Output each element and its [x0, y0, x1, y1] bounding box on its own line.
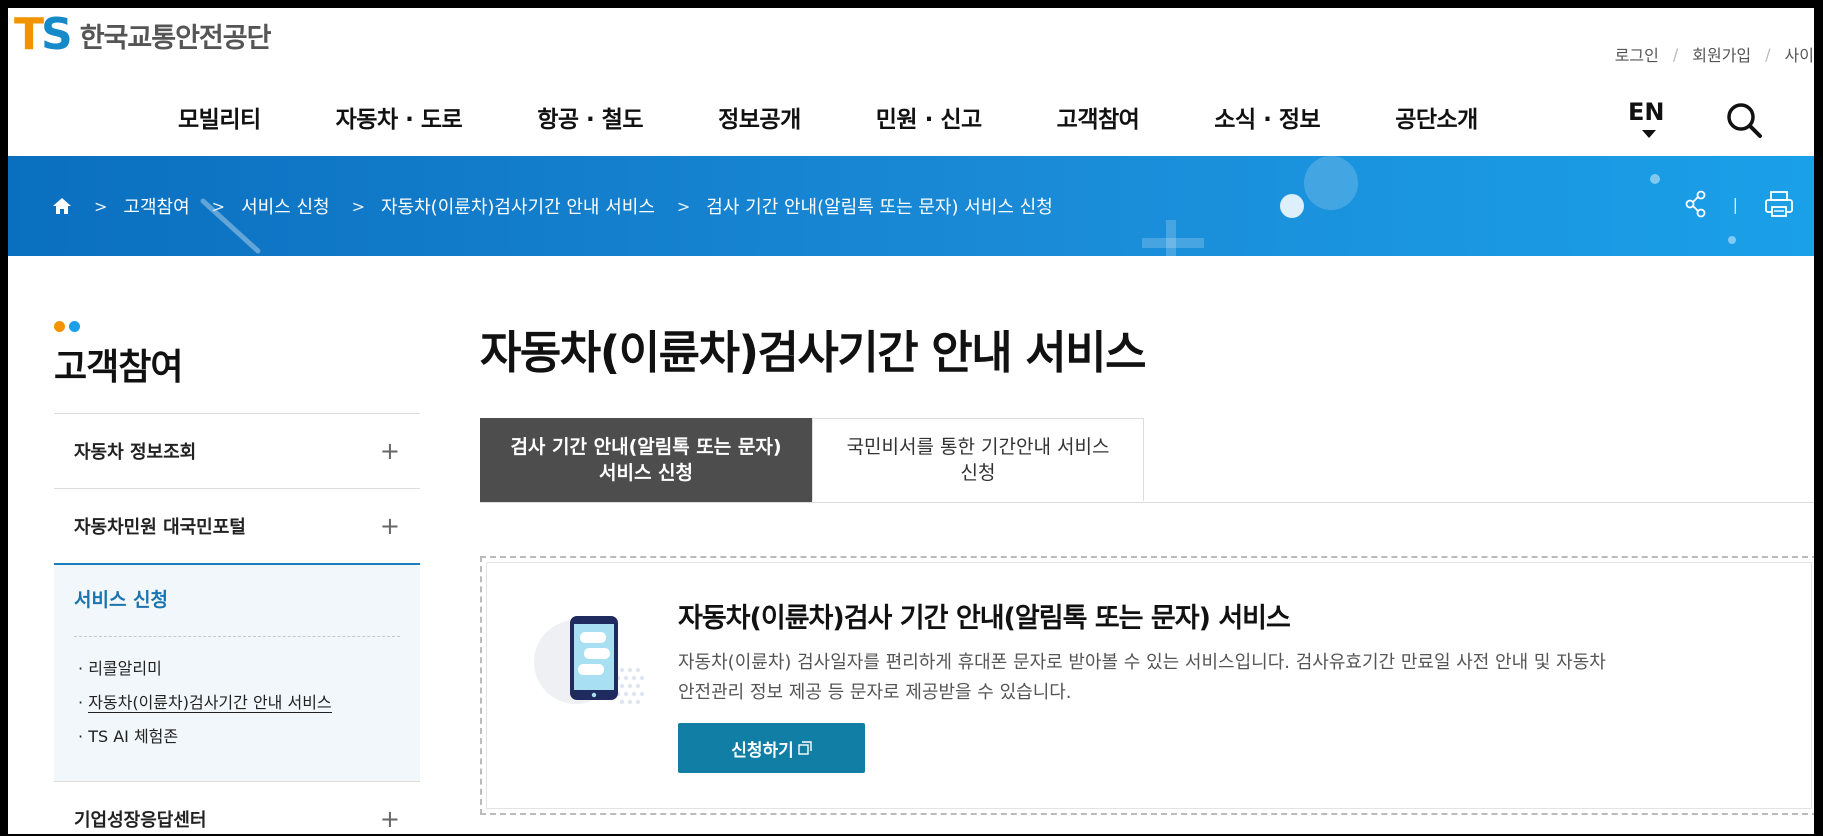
decor-circle [1650, 174, 1660, 184]
gnb-about[interactable]: 공단소개 [1395, 100, 1478, 134]
tab-label-line: 국민비서를 통한 기간안내 서비스 [846, 436, 1110, 458]
decor-circle [1280, 194, 1304, 218]
breadcrumb: > 고객참여 > 서비스 신청 > 자동차(이륜차)검사기간 안내 서비스 > … [52, 156, 1053, 256]
page-tools: | [1685, 190, 1794, 218]
util-separator: / [1765, 44, 1771, 64]
sidebar-item-label: 자동차민원 대국민포털 [74, 517, 246, 538]
language-toggle[interactable]: EN [1628, 98, 1665, 138]
sidebar-nav: 자동차 정보조회 + 자동차민원 대국민포털 + 서비스 신청 · 리콜알리미 … [54, 413, 420, 834]
page-title: 자동차(이륜차)검사기간 안내 서비스 [480, 326, 1146, 379]
service-desc-line: 자동차(이륜차) 검사일자를 편리하게 휴대폰 문자로 받아볼 수 있는 서비스… [678, 652, 1606, 673]
sidebar-sub-label: TS AI 체험존 [88, 727, 179, 746]
gnb-air-rail[interactable]: 항공 · 철도 [537, 100, 643, 134]
plus-icon[interactable]: + [380, 512, 400, 540]
service-title: 자동차(이륜차)검사 기간 안내(알림톡 또는 문자) 서비스 [678, 603, 1291, 634]
login-link[interactable]: 로그인 [1615, 42, 1659, 66]
content-tabs: 검사 기간 안내(알림톡 또는 문자) 서비스 신청 국민비서를 통한 기간안내… [480, 418, 1814, 503]
gnb-info-disclosure[interactable]: 정보공개 [718, 100, 801, 134]
caret-down-icon [1642, 130, 1656, 138]
apply-button[interactable]: 신청하기 [678, 723, 865, 773]
dot-orange [54, 321, 65, 332]
chevron-right-icon: > [211, 196, 226, 216]
service-box: 자동차(이륜차)검사 기간 안내(알림톡 또는 문자) 서비스 자동차(이륜차)… [480, 556, 1814, 815]
sidebar-item-car-info[interactable]: 자동차 정보조회 + [54, 413, 420, 488]
apply-button-label: 신청하기 [731, 740, 794, 761]
sidebar-item-label: 기업성장응답센터 [74, 810, 207, 831]
tab-national-secretary[interactable]: 국민비서를 통한 기간안내 서비스 신청 [812, 418, 1144, 501]
gnb-mobility[interactable]: 모빌리티 [178, 100, 261, 134]
sidebar-item-car-portal[interactable]: 자동차민원 대국민포털 + [54, 488, 420, 563]
utility-links: 로그인 / 회원가입 / 사이 [1615, 42, 1814, 66]
signup-link[interactable]: 회원가입 [1692, 42, 1751, 66]
browser-viewport: TS 한국교통안전공단 로그인 / 회원가입 / 사이 모빌리티 자동차 · 도… [8, 8, 1814, 834]
decor-plus [1142, 220, 1204, 256]
chevron-right-icon: > [676, 196, 691, 216]
external-link-icon [798, 741, 812, 755]
bullet: · [78, 659, 84, 678]
chevron-right-icon: > [94, 196, 108, 216]
gnb-car-road[interactable]: 자동차 · 도로 [336, 100, 463, 134]
sidebar-active-label[interactable]: 서비스 신청 [74, 585, 400, 612]
plus-icon[interactable]: + [380, 805, 400, 833]
sidebar-sub-label: 자동차(이륜차)검사기간 안내 서비스 [88, 693, 332, 713]
tab-label-line: 서비스 신청 [598, 462, 693, 484]
logo-letter-s: S [41, 9, 73, 60]
gnb-customer[interactable]: 고객참여 [1057, 100, 1140, 134]
global-nav: 모빌리티 자동차 · 도로 항공 · 철도 정보공개 민원 · 신고 고객참여 … [178, 100, 1553, 134]
decor-circle [1728, 236, 1736, 244]
gnb-news[interactable]: 소식 · 정보 [1214, 100, 1320, 134]
site-logo[interactable]: TS 한국교통안전공단 [14, 9, 272, 60]
search-icon[interactable] [1724, 100, 1764, 140]
sidebar-sub-recall[interactable]: · 리콜알리미 [74, 655, 400, 679]
tab-alimtalk-apply[interactable]: 검사 기간 안내(알림톡 또는 문자) 서비스 신청 [480, 418, 812, 502]
title-dots [54, 321, 84, 332]
share-icon[interactable] [1685, 190, 1707, 218]
sidebar-title: 고객참여 [54, 347, 183, 388]
sidebar-item-service-apply: 서비스 신청 · 리콜알리미 · 자동차(이륜차)검사기간 안내 서비스 · T… [54, 563, 420, 781]
decor-circle [1304, 156, 1358, 210]
bullet: · [78, 727, 84, 746]
dot-blue [69, 321, 80, 332]
phone-chat-icon [534, 616, 645, 705]
util-separator: / [1672, 44, 1679, 64]
sidebar-sub-ai-zone[interactable]: · TS AI 체험존 [74, 723, 400, 747]
service-desc-line: 안전관리 정보 제공 등 문자로 제공받을 수 있습니다. [678, 682, 1072, 703]
logo-mark: TS [14, 9, 73, 60]
chevron-right-icon: > [351, 196, 365, 216]
logo-letter-t: T [14, 9, 44, 60]
gnb-petition[interactable]: 민원 · 신고 [876, 100, 982, 134]
sidebar-item-growth-center[interactable]: 기업성장응답센터 + [54, 781, 420, 834]
org-name: 한국교통안전공단 [79, 22, 272, 54]
breadcrumb-current[interactable]: 검사 기간 안내(알림톡 또는 문자) 서비스 신청 [706, 193, 1052, 219]
bullet: · [78, 693, 84, 712]
print-icon[interactable] [1764, 190, 1794, 218]
breadcrumb-item[interactable]: 고객참여 [123, 193, 189, 219]
tab-label-line: 신청 [960, 462, 996, 484]
plus-icon[interactable]: + [380, 437, 400, 465]
sidebar-sub-label: 리콜알리미 [88, 659, 162, 678]
tab-label-line: 검사 기간 안내(알림톡 또는 문자) [510, 436, 782, 458]
sitemap-link[interactable]: 사이 [1785, 42, 1814, 66]
breadcrumb-item[interactable]: 서비스 신청 [241, 193, 330, 219]
breadcrumb-item[interactable]: 자동차(이륜차)검사기간 안내 서비스 [381, 193, 655, 219]
home-icon[interactable] [52, 196, 72, 216]
tools-separator: | [1732, 194, 1738, 214]
sidebar-sub-inspection[interactable]: · 자동차(이륜차)검사기간 안내 서비스 [74, 689, 400, 713]
sidebar-item-label: 자동차 정보조회 [74, 442, 197, 463]
service-description: 자동차(이륜차) 검사일자를 편리하게 휴대폰 문자로 받아볼 수 있는 서비스… [678, 648, 1688, 708]
divider [74, 636, 400, 637]
lang-label: EN [1628, 98, 1665, 126]
breadcrumb-band: > 고객참여 > 서비스 신청 > 자동차(이륜차)검사기간 안내 서비스 > … [8, 156, 1814, 256]
